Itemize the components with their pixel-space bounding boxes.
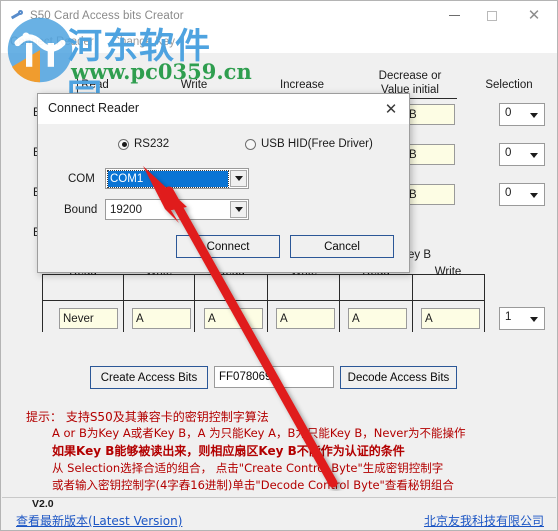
hint-line-3: 如果Key B能够被读出来，则相应扇区Key B不能作为认证的条件 [52, 444, 405, 458]
radio-rs232[interactable]: RS232 [118, 138, 169, 150]
hint-line-1: 提示： 支持S50及其兼容卡的密钥控制字算法 [26, 410, 269, 424]
connect-button[interactable]: Connect [176, 235, 280, 258]
column-header-selection: Selection [485, 79, 533, 91]
chevron-down-icon[interactable] [230, 201, 247, 218]
hint-line-4: 从 Selection选择合适的组合， 点击"Create Control By… [52, 461, 444, 475]
menu-item-change-key[interactable]: Change Key [103, 34, 184, 50]
grid-bottom-divider-4 [339, 274, 340, 332]
access-bits-hex-input[interactable]: FF078069 [214, 366, 334, 388]
bound-rate-dropdown[interactable]: 19200 [105, 199, 249, 220]
chevron-down-icon [530, 153, 538, 158]
grid-bottom-divider-3 [267, 274, 268, 332]
grid-bottom-divider-2 [194, 274, 195, 332]
window-title: S50 Card Access bits Creator [30, 9, 184, 22]
dialog-title-bar: Connect Reader ✕ [38, 94, 409, 124]
bottom-field-5[interactable]: A [421, 308, 480, 329]
maximize-button[interactable] [473, 1, 511, 30]
create-access-bits-button[interactable]: Create Access Bits [90, 366, 208, 389]
decode-access-bits-button[interactable]: Decode Access Bits [340, 366, 457, 389]
grid-bottom-divider-6 [484, 274, 485, 332]
bottom-header-5: Write [434, 266, 462, 278]
selection-value-row0: 0 [505, 107, 512, 119]
menu-bar: Connect Reader Change Key [1, 30, 557, 53]
status-bar: V2.0 查看最新版本(Latest Version) 北京友我科技有限公司 [2, 497, 556, 530]
selection-dropdown-row2[interactable]: 0 [499, 183, 545, 206]
bottom-field-2[interactable]: A [204, 308, 263, 329]
radio-rs232-indicator [118, 138, 129, 150]
bottom-field-3[interactable]: A [276, 308, 335, 329]
value-field-row0[interactable]: B [405, 104, 455, 125]
grid-bottom-mid-rule [42, 300, 484, 301]
bottom-field-0[interactable]: Never [59, 308, 118, 329]
hint-line-5: 或者输入密钥控制字(4字舂16进制)单击"Decode Control Byte… [52, 478, 454, 492]
selection-value-bottom: 1 [505, 311, 512, 323]
com-port-dropdown[interactable]: COM1 [105, 168, 249, 189]
column-header-decrease-line1: Decrease or [378, 70, 442, 82]
selection-dropdown-bottom[interactable]: 1 [499, 307, 545, 330]
bottom-field-4[interactable]: A [348, 308, 407, 329]
dialog-close-icon[interactable]: ✕ [379, 98, 403, 120]
radio-usb-hid[interactable]: USB HID(Free Driver) [245, 138, 373, 150]
close-icon[interactable]: ✕ [515, 1, 553, 30]
column-header-increase: Increase [279, 79, 325, 91]
chevron-down-icon [530, 193, 538, 198]
selection-value-row1: 0 [505, 147, 512, 159]
menu-item-connect-reader[interactable]: Connect Reader [1, 34, 103, 50]
key-icon [10, 9, 24, 23]
version-label: V2.0 [32, 498, 54, 510]
selection-value-row2: 0 [505, 187, 512, 199]
dialog-title: Connect Reader [48, 101, 140, 115]
selection-dropdown-row1[interactable]: 0 [499, 143, 545, 166]
value-field-row1[interactable]: B [405, 144, 455, 165]
grid-bottom-divider-0 [42, 274, 43, 332]
latest-version-link[interactable]: 查看最新版本(Latest Version) [16, 512, 182, 529]
radio-usb-hid-label: USB HID(Free Driver) [261, 138, 373, 150]
cancel-button[interactable]: Cancel [290, 235, 394, 258]
com-label: COM [68, 173, 95, 185]
column-header-write: Write [180, 79, 208, 91]
application-window: S50 Card Access bits Creator ✕ Connect R… [0, 0, 558, 531]
company-link[interactable]: 北京友我科技有限公司 [424, 512, 544, 529]
bound-rate-value: 19200 [110, 204, 142, 216]
bound-label: Bound [64, 204, 98, 216]
grid-bottom-divider-1 [123, 274, 124, 332]
minimize-button[interactable] [435, 1, 473, 30]
selection-dropdown-row0[interactable]: 0 [499, 103, 545, 126]
radio-usb-hid-indicator [245, 138, 256, 150]
chevron-down-icon [530, 317, 538, 322]
title-bar: S50 Card Access bits Creator ✕ [1, 1, 557, 30]
grid-bottom-divider-5 [412, 274, 413, 332]
column-header-read: Read [81, 79, 109, 91]
hint-line-2: A or B为Key A或者Key B，A 为只能Key A，B为只能Key B… [52, 426, 466, 440]
chevron-down-icon[interactable] [230, 170, 247, 187]
com-port-value: COM1 [107, 170, 229, 188]
chevron-down-icon [530, 113, 538, 118]
radio-rs232-label: RS232 [134, 138, 170, 150]
connect-reader-dialog: Connect Reader ✕ RS232 USB HID(Free Driv… [37, 93, 410, 273]
bottom-field-1[interactable]: A [132, 308, 191, 329]
value-field-row2[interactable]: B [405, 184, 455, 205]
